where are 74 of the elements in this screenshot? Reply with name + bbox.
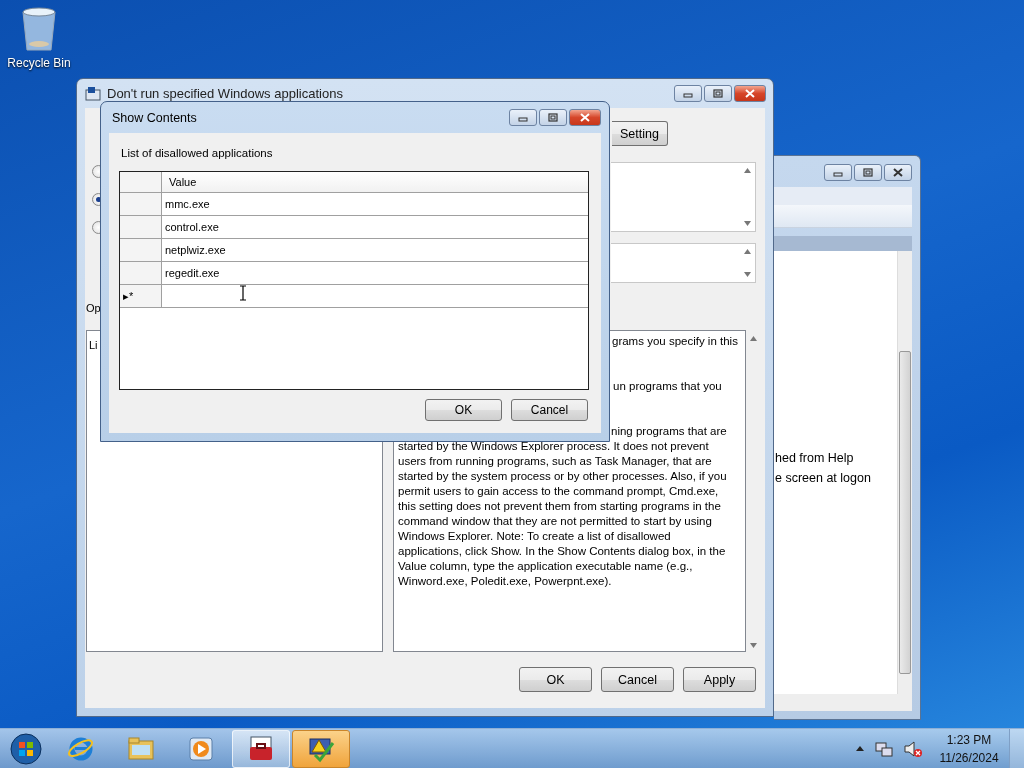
- table-cell[interactable]: regedit.exe: [162, 262, 588, 284]
- close-button[interactable]: [734, 85, 766, 102]
- folder-icon: [127, 734, 155, 763]
- row-header[interactable]: [120, 216, 162, 238]
- help-text-line: users from running programs, such as Task Manager, that are: [398, 455, 712, 467]
- scroll-up-icon[interactable]: [744, 249, 751, 254]
- scroll-up-icon[interactable]: [744, 168, 751, 173]
- table-cell[interactable]: netplwiz.exe: [162, 239, 588, 261]
- network-icon[interactable]: [875, 740, 893, 757]
- help-text-line: Windows Explorer. Note: To create a list of disallowed: [398, 530, 671, 542]
- scrollbar[interactable]: [897, 251, 912, 694]
- toolbox-icon: [247, 734, 275, 763]
- scroll-up-icon[interactable]: [750, 336, 757, 341]
- comment-field[interactable]: [611, 162, 756, 232]
- close-icon: [578, 112, 592, 123]
- close-icon: [891, 167, 905, 178]
- list-label: List of disallowed applications: [121, 147, 274, 161]
- row-header[interactable]: [120, 193, 162, 215]
- close-button[interactable]: [884, 164, 912, 181]
- help-text-line: ning programs that are: [611, 425, 727, 437]
- minimize-button[interactable]: [674, 85, 702, 102]
- row-header[interactable]: [120, 239, 162, 261]
- row-header[interactable]: [120, 262, 162, 284]
- scroll-down-icon[interactable]: [750, 643, 757, 648]
- show-hidden-icons-icon[interactable]: [855, 745, 865, 752]
- text-cursor-icon: [239, 285, 247, 301]
- clock-time: 1:23 PM: [946, 731, 992, 749]
- table-cell[interactable]: control.exe: [162, 216, 588, 238]
- dialog-button[interactable]: Cancel: [511, 399, 588, 421]
- close-button[interactable]: [569, 109, 601, 126]
- taskbar-button[interactable]: [292, 729, 350, 768]
- help-text-line: Winword.exe, Poledit.exe, Powerpnt.exe).: [398, 575, 612, 587]
- scroll-down-icon[interactable]: [744, 272, 751, 277]
- new-row-marker[interactable]: ▸*: [120, 285, 162, 307]
- dialog-button[interactable]: Apply: [683, 667, 756, 692]
- minimize-button[interactable]: [509, 109, 537, 126]
- help-text-line: grams you specify in this: [612, 335, 738, 347]
- options-label: Op: [86, 302, 101, 316]
- maximize-button[interactable]: [704, 85, 732, 102]
- help-text-line: command window that they are not permitted to start by using: [398, 515, 712, 527]
- help-text-line: Value column, type the application executable name (e.g.,: [398, 560, 693, 572]
- clock[interactable]: 1:23 PM 11/26/2024: [933, 730, 1005, 767]
- policy-name[interactable]: e screen at logon: [775, 471, 897, 491]
- start-button[interactable]: [10, 732, 42, 765]
- policy-name[interactable]: hed from Help: [775, 451, 897, 471]
- window-icon: [85, 86, 101, 101]
- option-label: Li: [89, 339, 98, 351]
- maximize-button[interactable]: [854, 164, 882, 181]
- close-icon: [743, 88, 757, 99]
- maximize-button[interactable]: [539, 109, 567, 126]
- help-text-line: this setting does not prevent them from starting programs in the: [398, 500, 721, 512]
- minimize-button[interactable]: [824, 164, 852, 181]
- window-title: Don't run specified Windows applications: [107, 86, 344, 101]
- recycle-bin-icon[interactable]: [19, 6, 59, 54]
- next-setting-button[interactable]: Setting: [612, 121, 668, 146]
- dialog-title: Show Contents: [112, 110, 198, 125]
- help-text-line: started by the Windows Explorer process. It does not prevent: [398, 440, 709, 452]
- scroll-down-icon[interactable]: [744, 221, 751, 226]
- table-cell[interactable]: mmc.exe: [162, 193, 588, 215]
- help-text-line: permit users to gain access to the command prompt, Cmd.exe,: [398, 485, 719, 497]
- desktop-icon-label[interactable]: Recycle Bin: [7, 56, 71, 70]
- dialog-button[interactable]: OK: [519, 667, 592, 692]
- clock-date: 11/26/2024: [939, 749, 999, 767]
- help-text-line: un programs that you: [613, 380, 722, 392]
- dialog-button[interactable]: Cancel: [601, 667, 674, 692]
- help-text-line: started by the system process or by other processes. Also, if you: [398, 470, 727, 482]
- help-text-line: applications, click Show. In the Show Contents dialog box, in the: [398, 545, 726, 557]
- dialog-button[interactable]: OK: [425, 399, 502, 421]
- maximize-icon: [711, 88, 725, 99]
- horizontal-scrollbar[interactable]: [774, 694, 912, 711]
- maximize-icon: [861, 167, 875, 178]
- maximize-icon: [546, 112, 560, 123]
- media-player-icon: [187, 734, 215, 763]
- speaker-muted-icon[interactable]: [903, 739, 923, 758]
